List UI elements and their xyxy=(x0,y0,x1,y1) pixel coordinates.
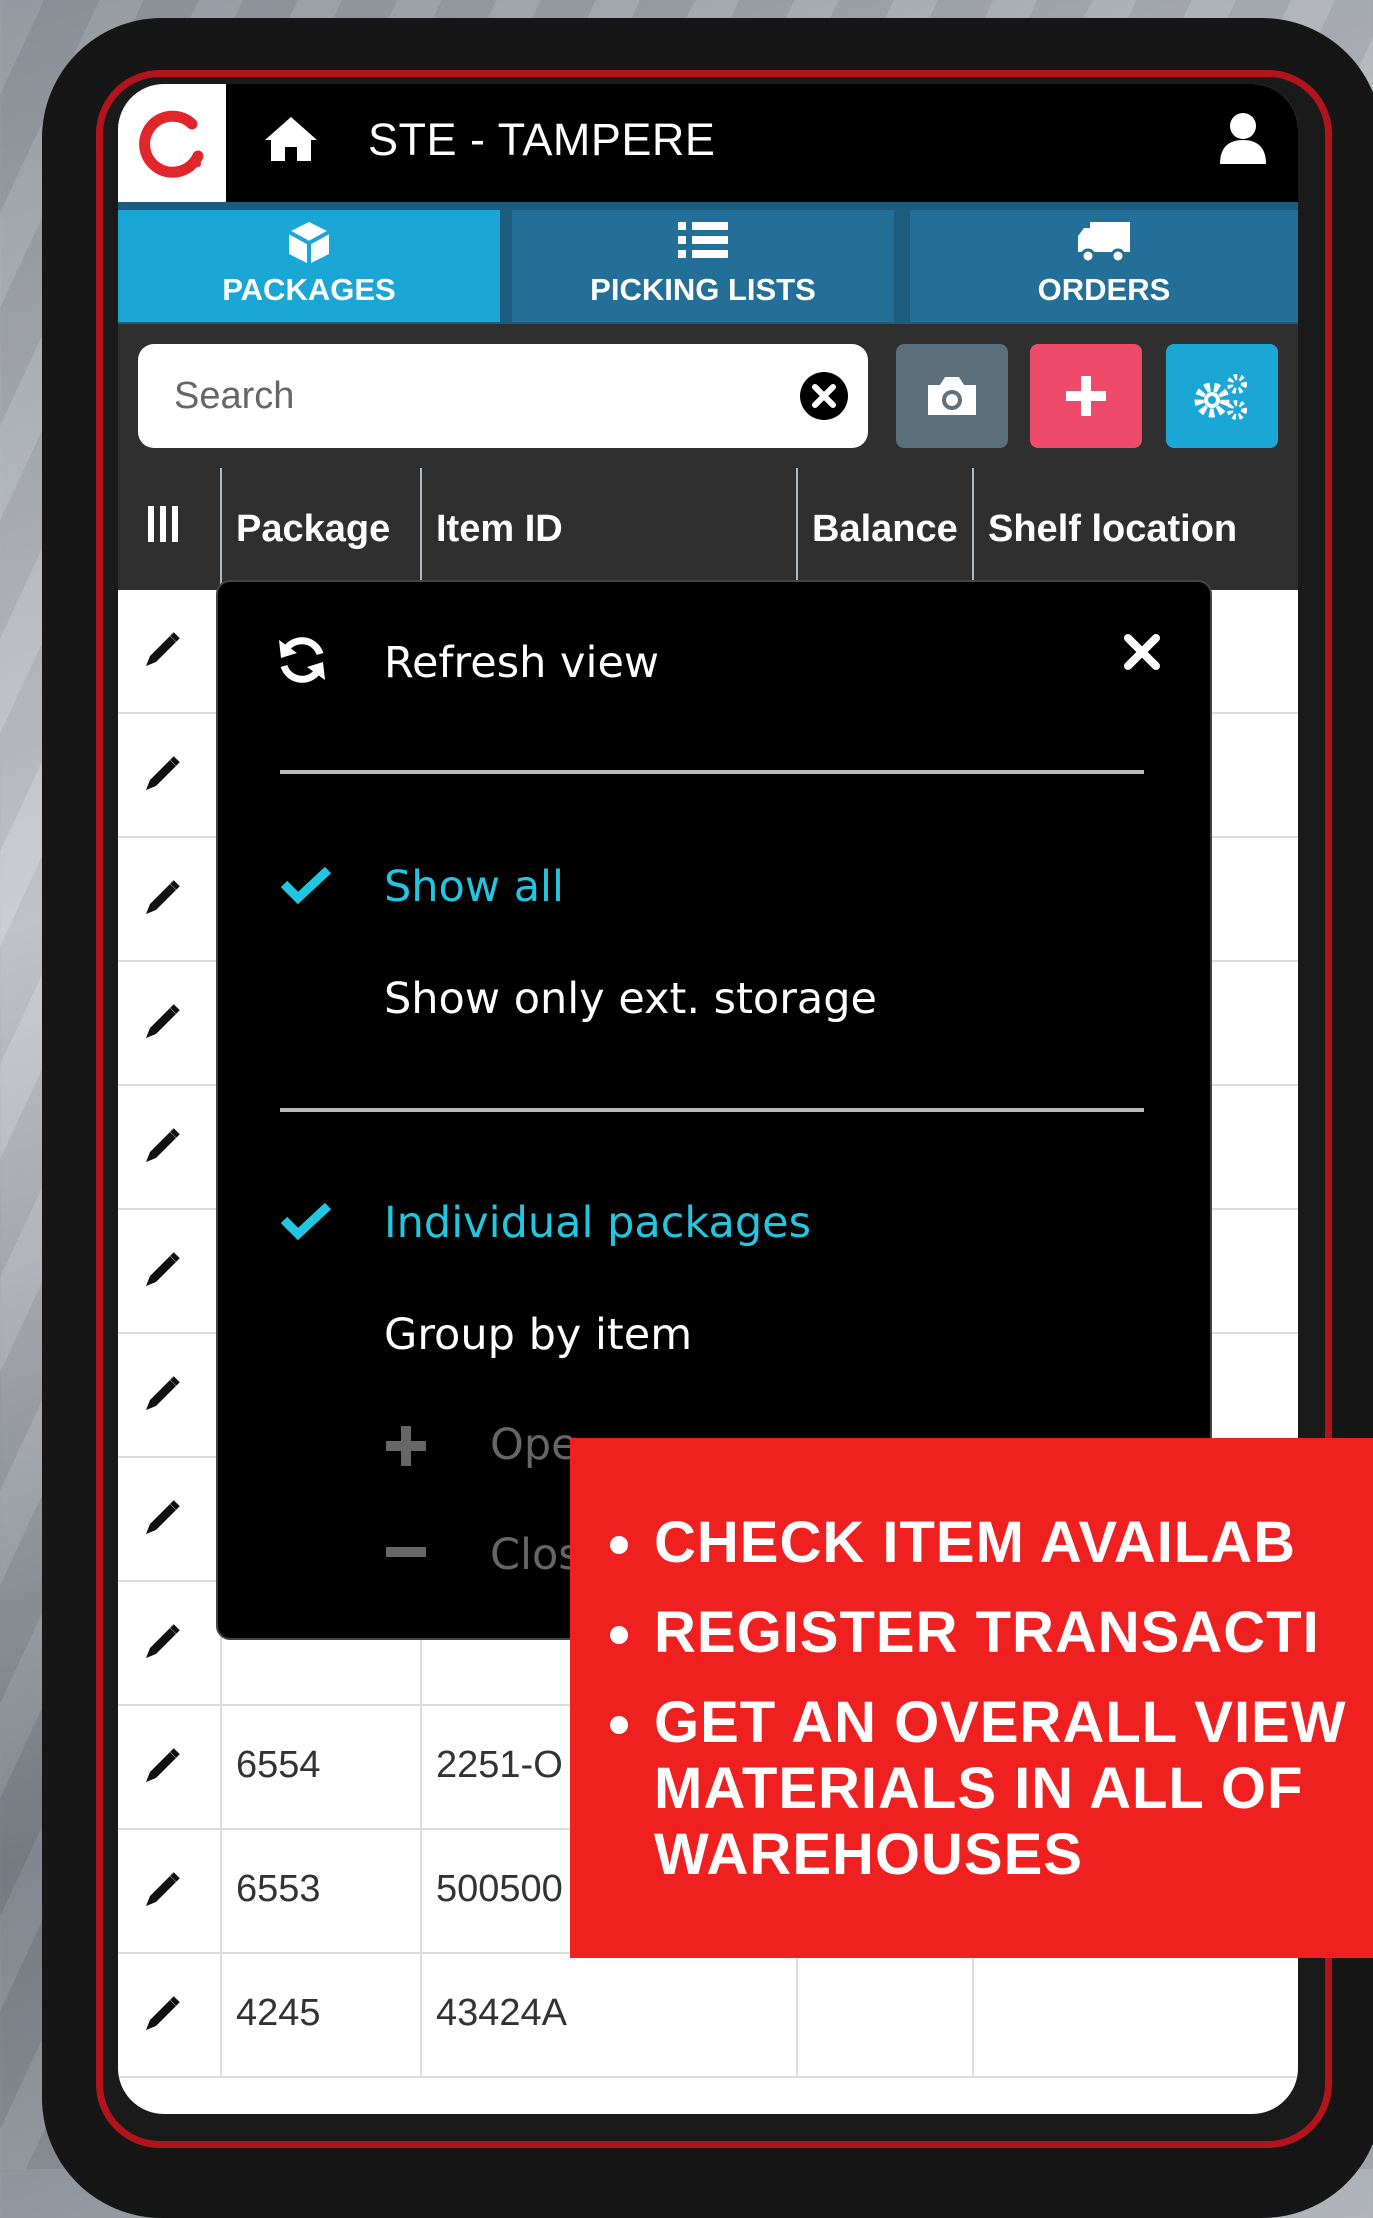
tab-packages[interactable]: PACKAGES xyxy=(118,210,500,322)
cogs-icon xyxy=(1194,374,1247,420)
tab-picking-lists[interactable]: PICKING LISTS xyxy=(512,210,894,322)
search-input[interactable] xyxy=(172,360,776,432)
item-id-cell: 500500 xyxy=(436,1868,563,1910)
edit-pencil-icon[interactable] xyxy=(142,1994,182,2038)
promo-bullet: CHECK ITEM AVAILAB xyxy=(610,1510,1373,1576)
promo-bullet: GET AN OVERALL VIEW MATERIALS IN ALL OF … xyxy=(610,1690,1373,1888)
menu-divider xyxy=(280,1108,1144,1112)
tab-label: PACKAGES xyxy=(222,272,396,307)
plus-icon xyxy=(1066,376,1106,416)
page-title: STE - TAMPERE xyxy=(368,114,716,165)
close-icon[interactable] xyxy=(1122,632,1162,676)
edit-pencil-icon[interactable] xyxy=(142,1746,182,1790)
camera-button[interactable] xyxy=(896,344,1008,448)
show-all-item[interactable]: Show all xyxy=(384,862,564,912)
column-header-shelf-location[interactable]: Shelf location xyxy=(972,468,1298,590)
clear-search-icon[interactable] xyxy=(798,370,850,422)
promo-bullet: REGISTER TRANSACTI xyxy=(610,1600,1373,1666)
tab-label: ORDERS xyxy=(1037,272,1171,307)
item-id-cell: 2251-O xyxy=(436,1744,563,1786)
edit-pencil-icon[interactable] xyxy=(142,1622,182,1666)
package-cell: 6554 xyxy=(236,1744,321,1786)
tab-orders[interactable]: ORDERS xyxy=(910,210,1298,322)
menu-divider xyxy=(280,770,1144,774)
search-container xyxy=(138,344,868,448)
cube-icon xyxy=(118,218,500,268)
settings-button[interactable] xyxy=(1166,344,1278,448)
column-header-balance[interactable]: Balance xyxy=(796,468,972,590)
tab-label: PICKING LISTS xyxy=(590,272,816,307)
refresh-view-item[interactable]: Refresh view xyxy=(384,638,659,688)
camera-icon xyxy=(928,377,976,415)
promo-banner: CHECK ITEM AVAILAB REGISTER TRANSACTI GE… xyxy=(570,1438,1373,1958)
column-header-item-id[interactable]: Item ID xyxy=(420,468,796,590)
user-icon[interactable] xyxy=(1218,110,1268,170)
app-logo xyxy=(118,84,226,202)
truck-icon xyxy=(910,218,1298,268)
column-label: Item ID xyxy=(436,508,563,550)
column-label: Package xyxy=(236,508,391,550)
column-label: Shelf location xyxy=(988,508,1238,550)
refresh-icon[interactable] xyxy=(276,634,328,690)
columns-icon[interactable] xyxy=(146,504,180,548)
plus-icon xyxy=(384,1424,428,1472)
open-all-item[interactable]: Ope xyxy=(490,1420,578,1470)
edit-pencil-icon[interactable] xyxy=(142,1374,182,1418)
add-button[interactable] xyxy=(1030,344,1142,448)
group-by-item-item[interactable]: Group by item xyxy=(384,1310,692,1360)
checkmark-icon xyxy=(280,864,332,908)
edit-pencil-icon[interactable] xyxy=(142,1126,182,1170)
edit-pencil-icon[interactable] xyxy=(142,1250,182,1294)
show-ext-storage-item[interactable]: Show only ext. storage xyxy=(384,974,877,1024)
package-cell: 4245 xyxy=(236,1992,321,2034)
search-toolbar xyxy=(118,324,1298,468)
home-icon[interactable] xyxy=(263,114,319,168)
column-header-package[interactable]: Package xyxy=(220,468,420,590)
table-row[interactable]: 4245 43424A xyxy=(118,1954,1298,2078)
top-bar: STE - TAMPERE xyxy=(118,84,1298,202)
main-tabs: PACKAGES PICKING LISTS ORDERS xyxy=(118,202,1298,324)
list-icon xyxy=(512,218,894,268)
package-cell: 6553 xyxy=(236,1868,321,1910)
minus-icon xyxy=(384,1542,428,1566)
promo-list: CHECK ITEM AVAILAB REGISTER TRANSACTI GE… xyxy=(610,1510,1373,1912)
checkmark-icon xyxy=(280,1200,332,1244)
edit-pencil-icon[interactable] xyxy=(142,878,182,922)
edit-pencil-icon[interactable] xyxy=(142,630,182,674)
item-id-cell: 43424A xyxy=(436,1992,568,2034)
table-header: Package Item ID Balance Shelf location xyxy=(118,468,1298,590)
close-all-item[interactable]: Clos xyxy=(490,1530,581,1580)
edit-pencil-icon[interactable] xyxy=(142,1870,182,1914)
edit-pencil-icon[interactable] xyxy=(142,1498,182,1542)
individual-packages-item[interactable]: Individual packages xyxy=(384,1198,811,1248)
edit-pencil-icon[interactable] xyxy=(142,754,182,798)
edit-pencil-icon[interactable] xyxy=(142,1002,182,1046)
column-label: Balance xyxy=(812,508,958,550)
